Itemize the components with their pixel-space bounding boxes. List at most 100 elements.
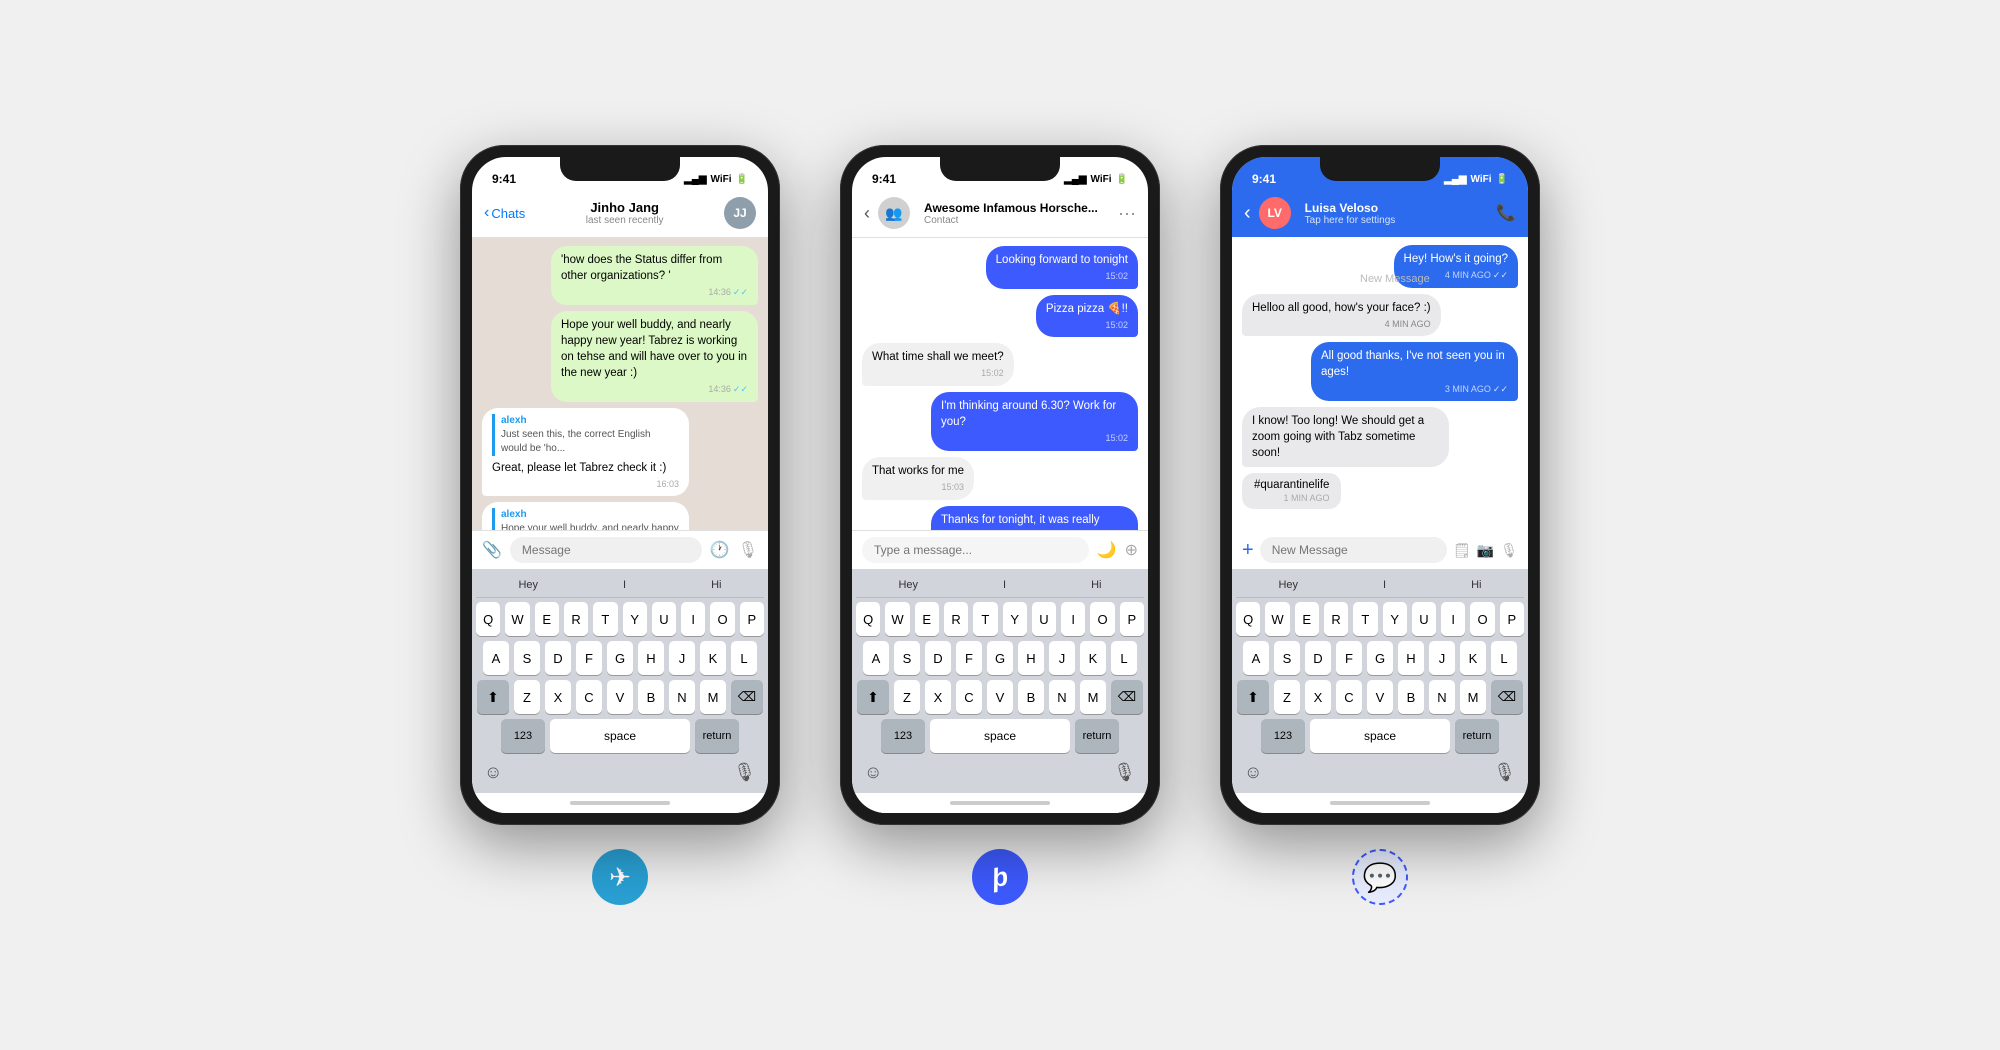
key-r[interactable]: R (564, 602, 588, 636)
signal-phone-call-icon[interactable]: 📞 (1496, 203, 1516, 223)
key-f[interactable]: F (576, 641, 602, 675)
bkey-num[interactable]: 123 (881, 719, 925, 753)
bridge-suggestion-hi[interactable]: Hi (1091, 579, 1101, 591)
key-w[interactable]: W (505, 602, 529, 636)
key-z[interactable]: Z (514, 680, 540, 714)
bridge-mic-kb-icon[interactable]: 🎙 (1113, 762, 1136, 783)
tg-mic-icon[interactable]: 🎙 (738, 540, 758, 560)
bkey-space[interactable]: space (930, 719, 1070, 753)
suggestion-hi[interactable]: Hi (711, 579, 721, 591)
skey-v[interactable]: V (1367, 680, 1393, 714)
suggestion-hey[interactable]: Hey (518, 579, 538, 591)
mic-keyboard-icon[interactable]: 🎙 (733, 762, 756, 783)
bridge-suggestion-i[interactable]: I (1003, 579, 1006, 591)
bkey-w[interactable]: W (885, 602, 909, 636)
bkey-g[interactable]: G (987, 641, 1013, 675)
key-shift[interactable]: ⬆ (477, 680, 509, 714)
signal-suggestion-i[interactable]: I (1383, 579, 1386, 591)
skey-b[interactable]: B (1398, 680, 1424, 714)
signal-mic-icon[interactable]: 🎙 (1500, 542, 1518, 559)
signal-suggestion-hey[interactable]: Hey (1278, 579, 1298, 591)
tg-message-input[interactable] (510, 537, 702, 563)
bkey-q[interactable]: Q (856, 602, 880, 636)
skey-o[interactable]: O (1470, 602, 1494, 636)
key-e[interactable]: E (535, 602, 559, 636)
skey-n[interactable]: N (1429, 680, 1455, 714)
bkey-b[interactable]: B (1018, 680, 1044, 714)
key-m[interactable]: M (700, 680, 726, 714)
bridge-back-arrow[interactable]: ‹ (864, 203, 870, 224)
bkey-c[interactable]: C (956, 680, 982, 714)
skey-q[interactable]: Q (1236, 602, 1260, 636)
bkey-n[interactable]: N (1049, 680, 1075, 714)
key-n[interactable]: N (669, 680, 695, 714)
bkey-z[interactable]: Z (894, 680, 920, 714)
key-y[interactable]: Y (623, 602, 647, 636)
bkey-t[interactable]: T (973, 602, 997, 636)
skey-r[interactable]: R (1324, 602, 1348, 636)
skey-space[interactable]: space (1310, 719, 1450, 753)
bkey-v[interactable]: V (987, 680, 1013, 714)
signal-sticker-icon[interactable]: 🗒 (1453, 542, 1471, 559)
bkey-return[interactable]: return (1075, 719, 1119, 753)
key-l[interactable]: L (731, 641, 757, 675)
tg-emoji-icon[interactable]: 🕐 (710, 540, 730, 560)
skey-e[interactable]: E (1295, 602, 1319, 636)
bridge-emoji-icon[interactable]: 🌙 (1097, 540, 1117, 560)
skey-z[interactable]: Z (1274, 680, 1300, 714)
skey-x[interactable]: X (1305, 680, 1331, 714)
bkey-f[interactable]: F (956, 641, 982, 675)
skey-u[interactable]: U (1412, 602, 1436, 636)
skey-l[interactable]: L (1491, 641, 1517, 675)
skey-y[interactable]: Y (1383, 602, 1407, 636)
skey-return[interactable]: return (1455, 719, 1499, 753)
bkey-y[interactable]: Y (1003, 602, 1027, 636)
skey-s[interactable]: S (1274, 641, 1300, 675)
signal-emoji-kb-icon[interactable]: ☺ (1244, 762, 1262, 783)
bkey-a[interactable]: A (863, 641, 889, 675)
skey-h[interactable]: H (1398, 641, 1424, 675)
key-v[interactable]: V (607, 680, 633, 714)
signal-mic-kb-icon[interactable]: 🎙 (1493, 762, 1516, 783)
bkey-e[interactable]: E (915, 602, 939, 636)
suggestion-i[interactable]: I (623, 579, 626, 591)
skey-f[interactable]: F (1336, 641, 1362, 675)
bkey-h[interactable]: H (1018, 641, 1044, 675)
bkey-p[interactable]: P (1120, 602, 1144, 636)
key-q[interactable]: Q (476, 602, 500, 636)
skey-w[interactable]: W (1265, 602, 1289, 636)
skey-c[interactable]: C (1336, 680, 1362, 714)
bridge-suggestion-hey[interactable]: Hey (898, 579, 918, 591)
key-a[interactable]: A (483, 641, 509, 675)
skey-k[interactable]: K (1460, 641, 1486, 675)
key-b[interactable]: B (638, 680, 664, 714)
bkey-j[interactable]: J (1049, 641, 1075, 675)
signal-camera-icon[interactable]: 📷 (1477, 542, 1494, 559)
skey-p[interactable]: P (1500, 602, 1524, 636)
key-space[interactable]: space (550, 719, 690, 753)
skey-t[interactable]: T (1353, 602, 1377, 636)
key-delete[interactable]: ⌫ (731, 680, 763, 714)
bkey-l[interactable]: L (1111, 641, 1137, 675)
key-g[interactable]: G (607, 641, 633, 675)
tg-back-button[interactable]: ‹ Chats (484, 204, 525, 222)
key-u[interactable]: U (652, 602, 676, 636)
bkey-x[interactable]: X (925, 680, 951, 714)
bkey-o[interactable]: O (1090, 602, 1114, 636)
skey-num[interactable]: 123 (1261, 719, 1305, 753)
bkey-s[interactable]: S (894, 641, 920, 675)
bridge-message-input[interactable] (862, 537, 1089, 563)
bkey-m[interactable]: M (1080, 680, 1106, 714)
skey-i[interactable]: I (1441, 602, 1465, 636)
skey-m[interactable]: M (1460, 680, 1486, 714)
key-o[interactable]: O (710, 602, 734, 636)
signal-back-button[interactable]: ‹ (1244, 202, 1251, 225)
bkey-i[interactable]: I (1061, 602, 1085, 636)
skey-a[interactable]: A (1243, 641, 1269, 675)
skey-shift[interactable]: ⬆ (1237, 680, 1269, 714)
skey-j[interactable]: J (1429, 641, 1455, 675)
skey-d[interactable]: D (1305, 641, 1331, 675)
key-h[interactable]: H (638, 641, 664, 675)
key-k[interactable]: K (700, 641, 726, 675)
key-s[interactable]: S (514, 641, 540, 675)
